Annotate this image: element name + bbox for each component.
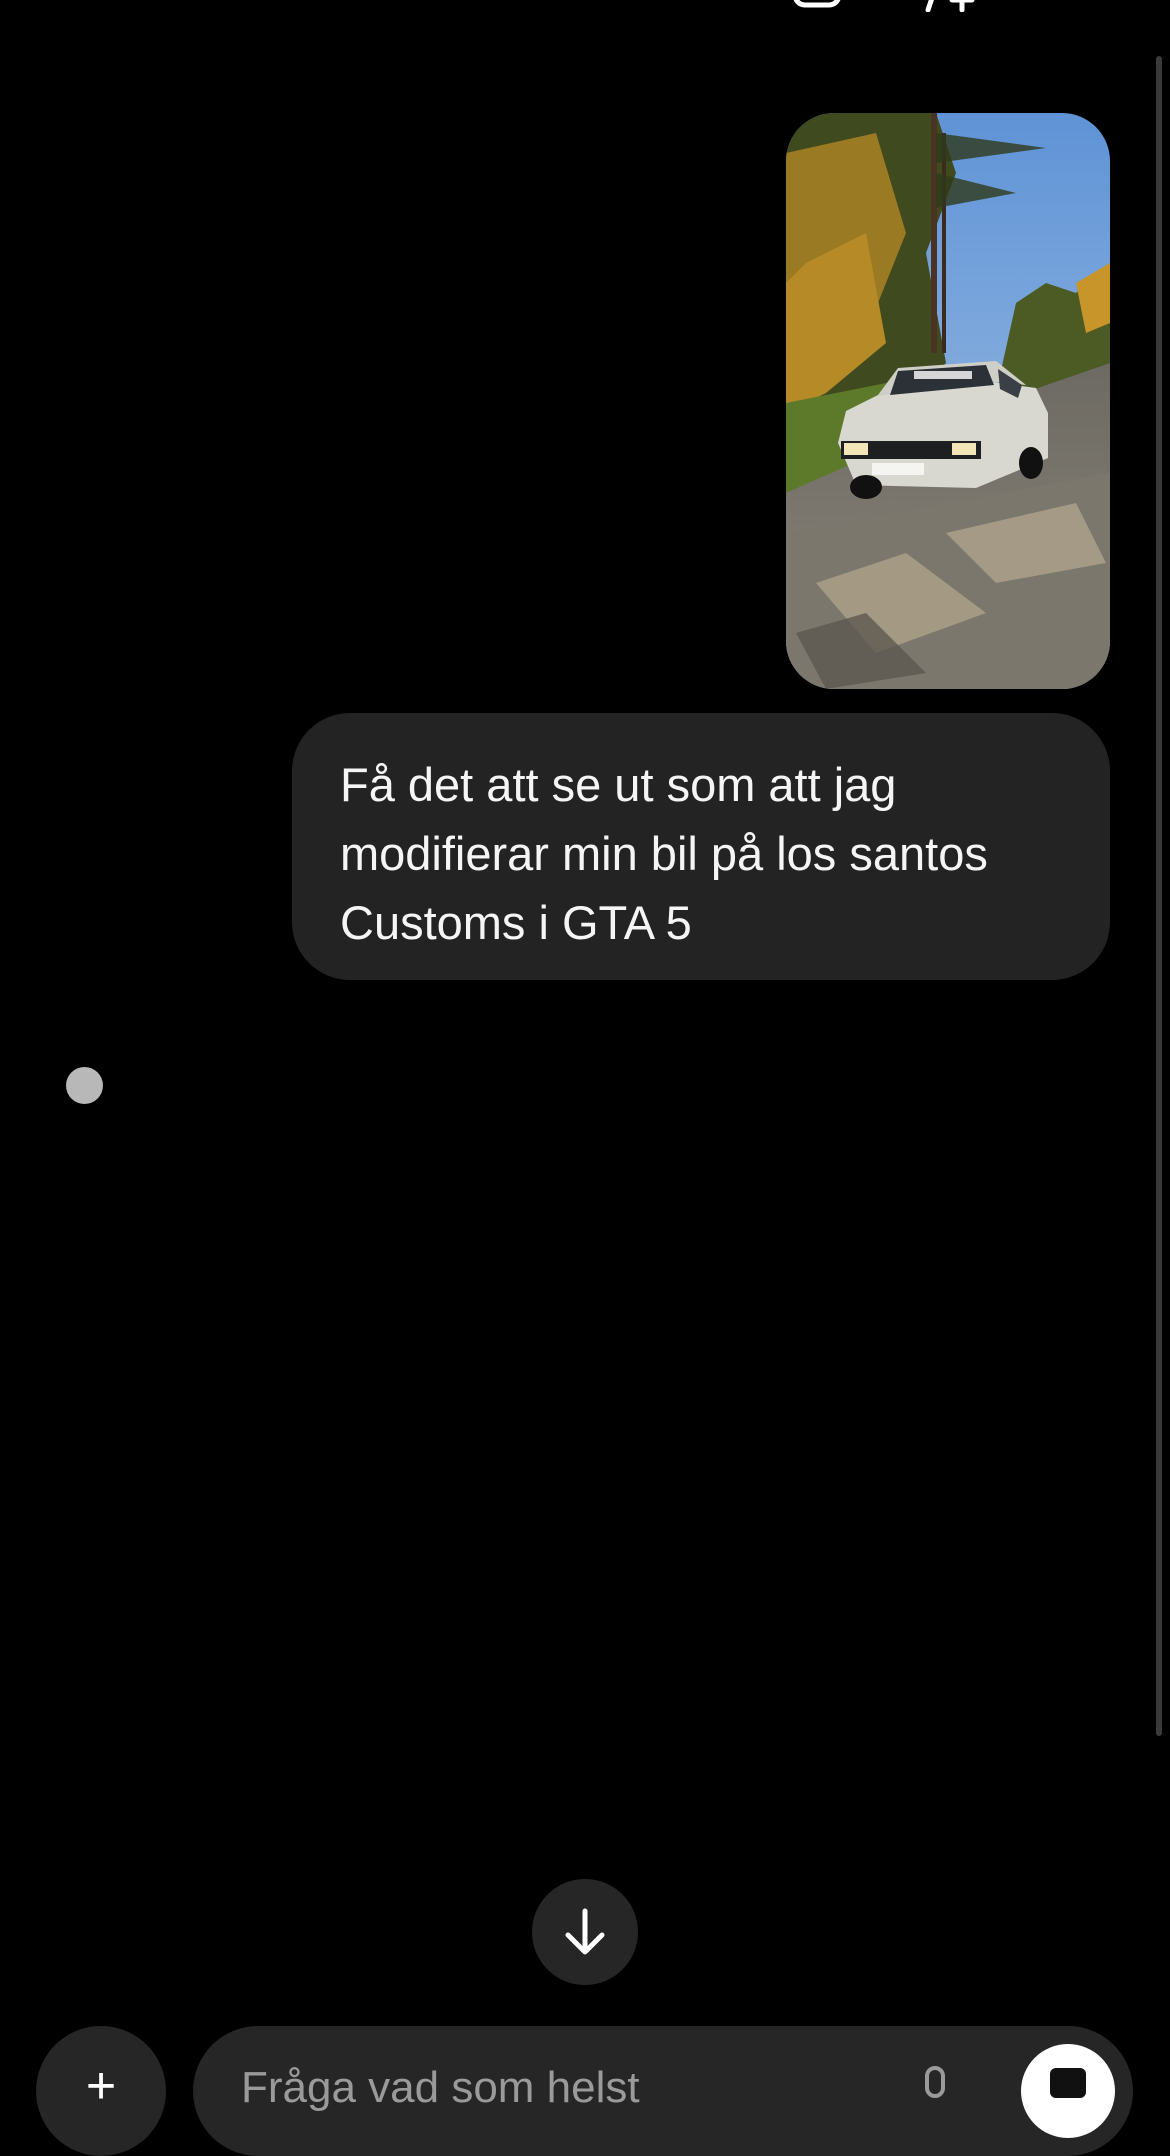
car-photo-icon [786,113,1110,689]
scrollbar[interactable] [1156,56,1162,1736]
user-message-text: Få det att se ut som att jag modifierar … [340,758,988,949]
plus-icon: + [85,2057,117,2115]
mic-icon[interactable] [915,2066,955,2116]
voice-mode-icon [1050,2068,1086,2098]
status-bar [0,0,1170,20]
scroll-to-bottom-button[interactable] [532,1879,638,1985]
shared-car-photo[interactable] [786,113,1110,689]
thinking-indicator [66,1067,103,1104]
user-message-bubble: Få det att se ut som att jag modifierar … [292,713,1110,980]
add-attachment-button[interactable]: + [36,2026,166,2156]
voice-mode-button[interactable] [1021,2044,1115,2138]
arrow-down-icon [565,1908,605,1955]
message-input-placeholder: Fråga vad som helst [241,2063,640,2112]
message-input[interactable]: Fråga vad som helst [193,2026,1133,2156]
camera-icon[interactable] [792,0,842,8]
person-add-icon[interactable] [920,0,980,12]
